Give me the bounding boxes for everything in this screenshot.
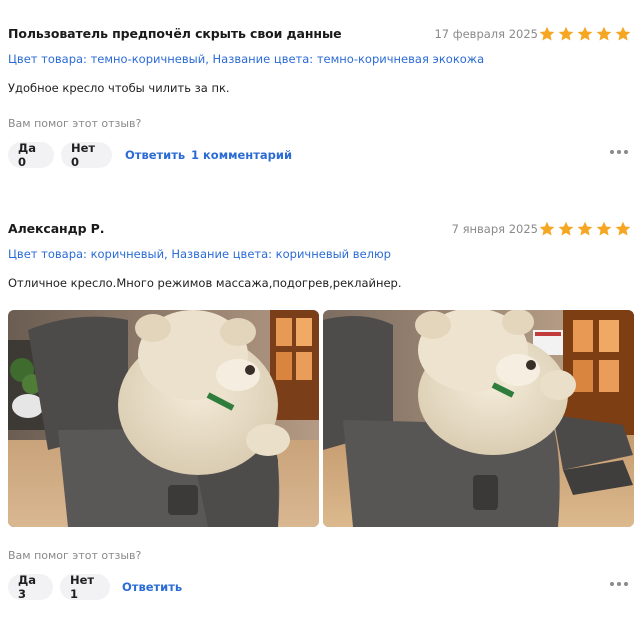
star-icon (576, 220, 594, 238)
star-icon (538, 25, 556, 43)
review-text: Удобное кресло чтобы чилить за пк. (8, 81, 230, 95)
star-icon (595, 220, 613, 238)
review-date: 17 февраля 2025 (434, 27, 538, 41)
review-text: Отличное кресло.Много режимов массажа,по… (8, 276, 402, 290)
star-icon (538, 220, 556, 238)
review-card: Пользователь предпочёл скрыть свои данны… (8, 22, 634, 169)
review-actions: Да 3 Нет 1 Ответить (8, 573, 634, 601)
more-dots-icon[interactable] (610, 150, 628, 154)
helpful-question: Вам помог этот отзыв? (8, 117, 142, 130)
star-icon (576, 25, 594, 43)
star-icon (614, 25, 632, 43)
review-header: Александр Р. 7 января 2025 (8, 217, 634, 241)
product-attributes-link[interactable]: Цвет товара: темно-коричневый, Название … (8, 52, 634, 66)
helpful-no-button[interactable]: Нет 1 (60, 573, 110, 601)
rating-stars (538, 220, 632, 238)
review-author: Александр Р. (8, 221, 105, 236)
star-icon (614, 220, 632, 238)
helpful-question: Вам помог этот отзыв? (8, 549, 142, 562)
review-date: 7 января 2025 (451, 222, 538, 236)
helpful-yes-button[interactable]: Да 0 (8, 141, 54, 169)
star-icon (557, 220, 575, 238)
review-header: Пользователь предпочёл скрыть свои данны… (8, 22, 634, 46)
review-photo[interactable] (323, 310, 634, 527)
star-icon (595, 25, 613, 43)
reply-link[interactable]: Ответить (122, 580, 182, 594)
review-author: Пользователь предпочёл скрыть свои данны… (8, 26, 342, 41)
rating-stars (538, 25, 632, 43)
review-actions: Да 0 Нет 0 Ответить 1 комментарий (8, 141, 634, 169)
reply-link[interactable]: Ответить (125, 148, 185, 162)
helpful-no-button[interactable]: Нет 0 (61, 141, 112, 169)
more-dots-icon[interactable] (610, 582, 628, 586)
review-photo[interactable] (8, 310, 319, 527)
comments-link[interactable]: 1 комментарий (191, 148, 292, 162)
helpful-yes-button[interactable]: Да 3 (8, 573, 53, 601)
review-card: Александр Р. 7 января 2025 Цвет товара: … (8, 217, 634, 601)
review-photos (8, 310, 634, 527)
product-attributes-link[interactable]: Цвет товара: коричневый, Название цвета:… (8, 247, 634, 261)
star-icon (557, 25, 575, 43)
